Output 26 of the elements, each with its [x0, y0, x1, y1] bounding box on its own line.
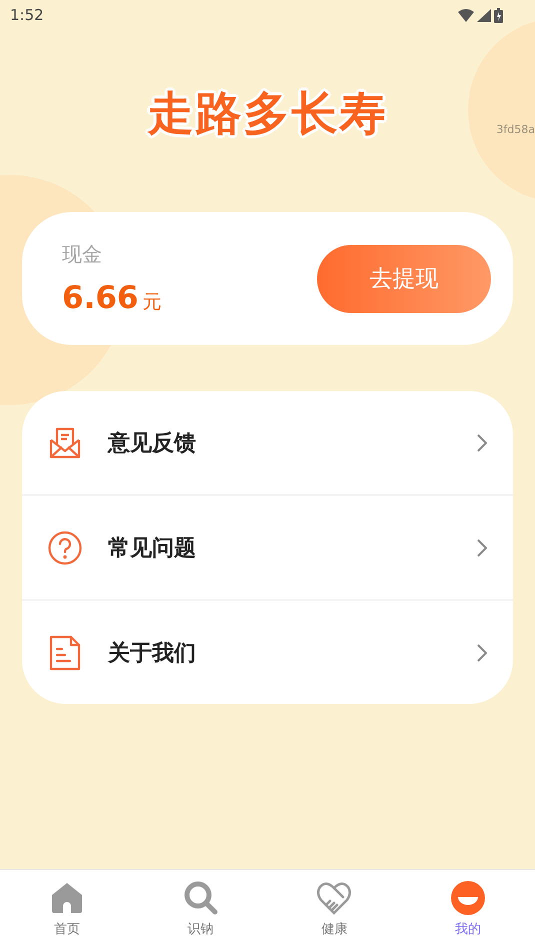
tab-item[interactable]: 首页	[0, 870, 134, 951]
menu-item[interactable]: 关于我们	[108, 638, 451, 668]
tab-item[interactable]: 我的	[401, 870, 535, 951]
chevron-icon	[477, 434, 487, 452]
document-icon	[48, 634, 82, 670]
cash-amount: 6.66	[62, 280, 138, 316]
envelope-icon	[48, 426, 82, 460]
id-text: 3fd58a	[496, 123, 535, 136]
wifi-icon	[458, 8, 474, 22]
menu-item[interactable]: 常见问题	[108, 532, 451, 562]
withdraw-button[interactable]: 去提现	[317, 244, 491, 312]
menu-item[interactable]: 意见反馈	[108, 428, 451, 458]
signal-icon	[477, 8, 491, 22]
search-icon	[182, 880, 219, 916]
smile-icon	[450, 880, 486, 916]
tab-item[interactable]: 识钠	[134, 870, 268, 951]
currency-unit: 元	[142, 290, 162, 315]
battery-icon	[494, 8, 503, 22]
chevron-icon	[477, 538, 487, 556]
tab-item[interactable]: 健康	[268, 870, 402, 951]
app-title: 走路多长寿	[148, 85, 388, 142]
cash-label: 现金	[62, 241, 103, 268]
status-time: 1:52	[10, 6, 44, 24]
chevron-icon	[477, 644, 487, 662]
heart-icon	[316, 880, 352, 916]
question-icon	[48, 530, 82, 564]
